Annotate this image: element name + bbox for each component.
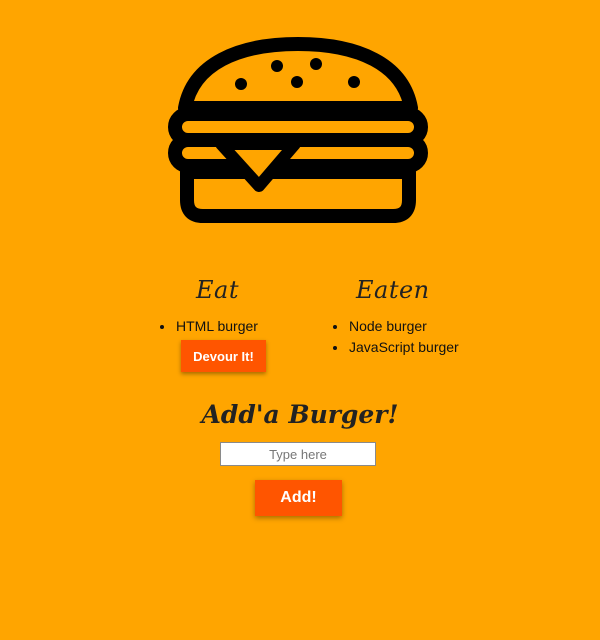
burger-name-input[interactable] [220,442,376,466]
list-item: HTML burger [158,316,258,337]
burger-app: Eat HTML burger Devour It! Eaten Node bu… [0,0,600,640]
devour-button[interactable]: Devour It! [181,340,266,372]
list-item: Node burger [331,316,459,337]
eaten-heading: Eaten [356,276,430,304]
add-button[interactable]: Add! [255,480,342,516]
list-item: JavaScript burger [331,337,459,358]
eat-list: HTML burger [158,316,258,337]
eaten-list: Node burger JavaScript burger [331,316,459,358]
eat-heading: Eat [196,276,239,304]
add-burger-heading: Add'a Burger! [201,400,399,429]
hamburger-icon [168,37,428,223]
